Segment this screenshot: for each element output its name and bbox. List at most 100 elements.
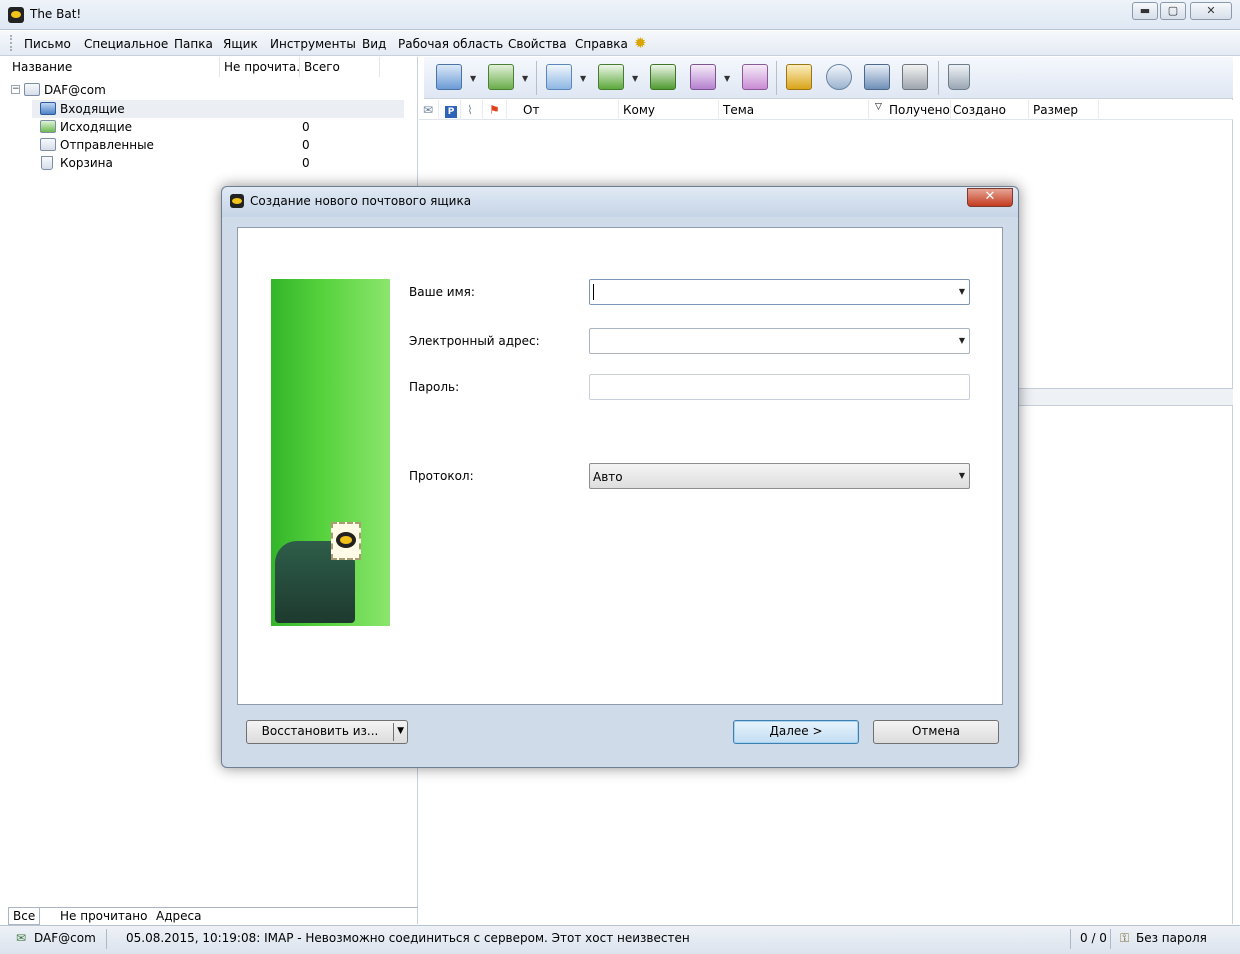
folder-label: Исходящие: [60, 120, 133, 134]
sun-icon[interactable]: ✹: [634, 34, 647, 52]
folder-filter-tabs: Все Не прочитано Адреса: [8, 907, 418, 925]
text-caret: [593, 284, 594, 300]
folder-total: 0: [302, 156, 310, 170]
next-button[interactable]: Далее >: [733, 720, 859, 744]
dialog-titlebar: Создание нового почтового ящика ✕: [222, 187, 1018, 217]
mailbox-illustration: [271, 279, 390, 626]
reply-all-icon[interactable]: [650, 64, 676, 90]
menu-folder[interactable]: Папка: [174, 37, 213, 51]
toolbar-grip[interactable]: [10, 35, 13, 51]
email-label: Электронный адрес:: [409, 334, 540, 348]
column-created[interactable]: Создано: [949, 100, 1029, 120]
toolbar-separator: [776, 61, 777, 95]
column-to[interactable]: Кому: [619, 100, 719, 120]
maximize-button[interactable]: ▢: [1160, 2, 1186, 20]
reply-icon[interactable]: [598, 64, 624, 90]
column-header-unread[interactable]: Не прочита...: [220, 57, 300, 77]
chevron-down-icon[interactable]: ▼: [959, 336, 965, 345]
tree-item-inbox[interactable]: Входящие: [32, 100, 404, 118]
column-received[interactable]: ▽ Получено: [871, 100, 951, 120]
tab-all[interactable]: Все: [8, 908, 41, 925]
column-subject[interactable]: Тема: [719, 100, 869, 120]
account-status-icon: ✉: [16, 931, 27, 945]
dialog-close-button[interactable]: ✕: [967, 188, 1013, 207]
menu-letter[interactable]: Письмо: [24, 37, 71, 51]
column-header-name[interactable]: Название: [8, 57, 220, 77]
inbox-icon: [40, 102, 56, 115]
new-mailbox-dialog: Создание нового почтового ящика ✕ Ваше и…: [221, 186, 1019, 768]
chevron-down-icon[interactable]: ▼: [397, 721, 404, 742]
dialog-title: Создание нового почтового ящика: [250, 194, 472, 208]
spellcheck-icon[interactable]: [786, 64, 812, 90]
tree-item-trash[interactable]: Корзина 0: [32, 154, 404, 172]
window-title: The Bat!: [30, 7, 82, 21]
toolbar-separator: [536, 61, 537, 95]
split-divider: [393, 723, 394, 741]
protocol-label: Протокол:: [409, 469, 474, 483]
dropdown-arrow-icon[interactable]: ▼: [522, 74, 528, 83]
flag-column-icon[interactable]: ⚑: [485, 100, 507, 120]
status-separator: [1110, 929, 1111, 949]
dropdown-arrow-icon[interactable]: ▼: [632, 74, 638, 83]
redirect-icon[interactable]: [742, 64, 768, 90]
menu-special[interactable]: Специальное: [84, 37, 168, 51]
name-label: Ваше имя:: [409, 285, 475, 299]
password-field[interactable]: [589, 374, 970, 400]
status-account: DAF@com: [34, 931, 96, 945]
print-icon[interactable]: [902, 64, 928, 90]
chevron-down-icon[interactable]: ▼: [959, 471, 965, 480]
tree-item-sent[interactable]: Отправленные 0: [32, 136, 404, 154]
column-from[interactable]: От: [519, 100, 619, 120]
folder-label: Корзина: [60, 156, 113, 170]
tab-unread[interactable]: Не прочитано: [56, 908, 151, 925]
message-list-header: ✉ P ⌇ ⚑ От Кому Тема ▽ Получено Создано Р…: [419, 100, 1233, 120]
delete-icon[interactable]: [948, 64, 970, 90]
save-icon[interactable]: [864, 64, 890, 90]
tree-account[interactable]: − DAF@com: [8, 81, 408, 99]
column-header-total[interactable]: Всего: [300, 57, 380, 77]
status-password[interactable]: Без пароля: [1132, 929, 1211, 949]
protocol-select[interactable]: Авто ▼: [589, 463, 970, 489]
menu-bar: Письмо Специальное Папка Ящик Инструмент…: [0, 31, 1240, 56]
email-combobox[interactable]: ▼: [589, 328, 970, 354]
close-button[interactable]: ✕: [1190, 2, 1232, 20]
menu-help[interactable]: Справка: [575, 37, 628, 51]
menu-properties[interactable]: Свойства: [508, 37, 567, 51]
new-message-icon[interactable]: [546, 64, 572, 90]
menu-mailbox[interactable]: Ящик: [223, 37, 258, 51]
dialog-content: Ваше имя: ▼ Электронный адрес: ▼ Пароль:…: [237, 227, 1003, 705]
account-label: DAF@com: [44, 83, 106, 97]
search-icon[interactable]: [826, 64, 852, 90]
minimize-button[interactable]: ▬: [1132, 2, 1158, 20]
folder-total: 0: [302, 138, 310, 152]
chevron-down-icon[interactable]: ▼: [959, 287, 965, 296]
envelope-column-icon[interactable]: ✉: [419, 100, 439, 120]
get-mail-icon[interactable]: [436, 64, 462, 90]
column-size[interactable]: Размер: [1029, 100, 1099, 120]
password-label: Пароль:: [409, 380, 460, 394]
collapse-icon[interactable]: −: [11, 85, 20, 94]
tab-addresses[interactable]: Адреса: [152, 908, 205, 925]
dropdown-arrow-icon[interactable]: ▼: [580, 74, 586, 83]
attachment-column-icon[interactable]: ⌇: [463, 100, 483, 120]
dropdown-arrow-icon[interactable]: ▼: [724, 74, 730, 83]
menu-view[interactable]: Вид: [362, 37, 386, 51]
window-titlebar: The Bat! ▬ ▢ ✕: [0, 0, 1240, 30]
main-toolbar: ▼ ▼ ▼ ▼ ▼: [424, 57, 1233, 99]
sort-down-icon: ▽: [875, 102, 882, 112]
send-mail-icon[interactable]: [488, 64, 514, 90]
forward-icon[interactable]: [690, 64, 716, 90]
status-message: 05.08.2015, 10:19:08: IMAP - Невозможно …: [126, 931, 690, 945]
folder-label: Отправленные: [60, 138, 154, 152]
tree-item-outbox[interactable]: Исходящие 0: [32, 118, 404, 136]
the-bat-app-icon: [8, 7, 24, 23]
cancel-button[interactable]: Отмена: [873, 720, 999, 744]
menu-workspace[interactable]: Рабочая область: [398, 37, 503, 51]
account-folder-icon: [24, 83, 40, 96]
name-combobox[interactable]: ▼: [589, 279, 970, 305]
restore-from-button[interactable]: Восстановить из... ▼: [246, 720, 408, 744]
status-separator: [106, 929, 107, 949]
dropdown-arrow-icon[interactable]: ▼: [470, 74, 476, 83]
menu-tools[interactable]: Инструменты: [270, 37, 356, 51]
priority-column-icon[interactable]: P: [441, 100, 461, 120]
